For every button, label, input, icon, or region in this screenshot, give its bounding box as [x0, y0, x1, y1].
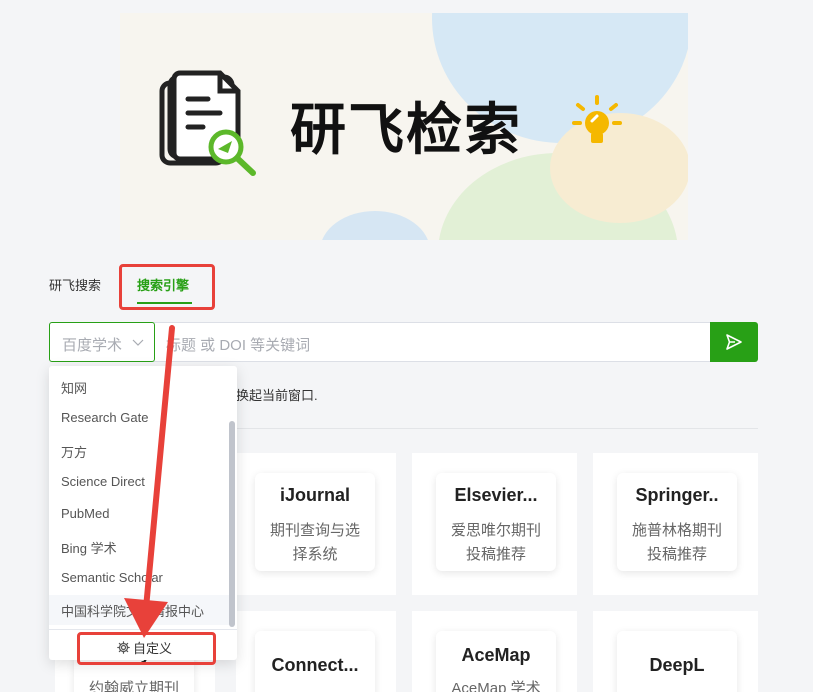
- card-title: Connect...: [271, 655, 359, 675]
- card-title: iJournal: [279, 485, 350, 505]
- card-desc: 投稿推荐: [646, 546, 707, 563]
- dropdown-item-semantic-scholar[interactable]: Semantic Scholar: [61, 570, 163, 585]
- dropdown-item-cnki[interactable]: 知网: [61, 378, 87, 397]
- dropdown-item-sciencedirect[interactable]: Science Direct: [61, 474, 145, 489]
- card-desc: 施普林格期刊: [631, 522, 722, 539]
- dropdown-scrollbar[interactable]: [229, 421, 235, 627]
- card-title: AceMap: [461, 645, 531, 665]
- tool-card-acemap[interactable]: AceMap AceMap 学术: [436, 631, 556, 692]
- engine-select-value: 百度学术: [62, 337, 123, 354]
- card-desc: AceMap 学术: [451, 680, 541, 692]
- info-note: 换起当前窗口.: [236, 388, 318, 403]
- highlight-box-custom: [77, 632, 216, 665]
- search-submit-button[interactable]: [710, 322, 758, 362]
- banner-circle: [320, 211, 430, 240]
- dropdown-item-researchgate[interactable]: Research Gate: [61, 410, 148, 425]
- dropdown-item-wanfang[interactable]: 万方: [61, 442, 87, 461]
- tab-yanfei-search[interactable]: 研飞搜索: [49, 275, 101, 294]
- tool-card-ijournal[interactable]: iJournal 期刊查询与选 择系统: [255, 473, 375, 571]
- tool-card-connected[interactable]: Connect...: [255, 631, 375, 692]
- card-title: Springer..: [635, 485, 719, 505]
- dropdown-separator: [49, 629, 237, 630]
- dropdown-item-cas-library[interactable]: 中国科学院文献情报中心: [61, 601, 204, 620]
- card-desc: 爱思唯尔期刊: [450, 522, 541, 539]
- divider: [236, 428, 758, 429]
- tool-card-elsevier[interactable]: Elsevier... 爱思唯尔期刊 投稿推荐: [436, 473, 556, 571]
- banner: 研飞检索: [120, 13, 688, 240]
- highlight-box-tab: [119, 264, 215, 310]
- card-desc: 期刊查询与选: [269, 522, 360, 539]
- dropdown-item-bing-academic[interactable]: Bing 学术: [61, 538, 117, 557]
- search-input[interactable]: 标题 或 DOI 等关键词: [166, 334, 310, 355]
- dropdown-item-pubmed[interactable]: PubMed: [61, 506, 109, 521]
- banner-title: 研飞检索: [290, 98, 522, 163]
- card-title: DeepL: [649, 655, 705, 675]
- card-title: Elsevier...: [454, 485, 538, 505]
- engine-dropdown: 知网 Research Gate 万方 Science Direct PubMe…: [49, 366, 237, 660]
- documents-search-icon: [159, 70, 256, 176]
- tool-card-springer[interactable]: Springer.. 施普林格期刊 投稿推荐: [617, 473, 737, 571]
- chevron-down-icon: [132, 339, 144, 346]
- card-desc: 择系统: [292, 546, 338, 563]
- card-desc: 投稿推荐: [465, 546, 526, 563]
- send-icon: [726, 334, 742, 350]
- card-desc: 约翰威立期刊: [88, 680, 179, 692]
- engine-select[interactable]: 百度学术: [49, 322, 155, 362]
- tool-card-deepl[interactable]: DeepL: [617, 631, 737, 692]
- lightbulb-icon: [572, 95, 622, 143]
